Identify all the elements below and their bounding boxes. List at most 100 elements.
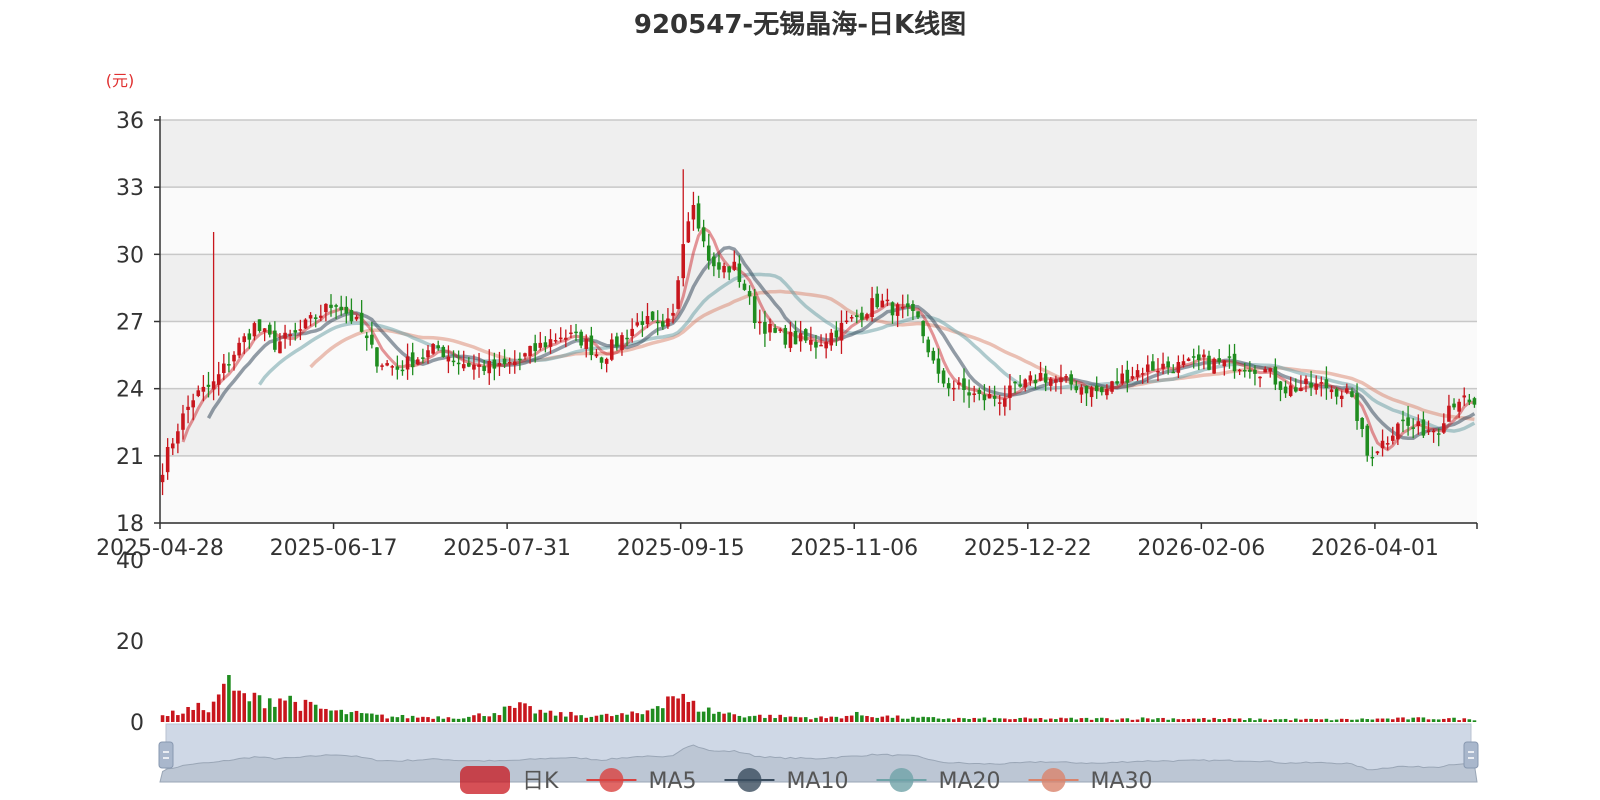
candle-body bbox=[262, 328, 267, 332]
candle-body bbox=[436, 345, 440, 349]
candle-body bbox=[609, 339, 614, 360]
volume-y-tick-label: 40 bbox=[116, 549, 144, 574]
volume-bar bbox=[1207, 719, 1211, 722]
volume-bar bbox=[278, 698, 282, 722]
volume-bar bbox=[625, 714, 629, 722]
candle-body bbox=[758, 321, 762, 324]
volume-bar bbox=[273, 706, 277, 722]
volume-bar bbox=[1442, 718, 1446, 722]
volume-bar bbox=[1462, 718, 1467, 722]
volume-bar bbox=[1345, 718, 1349, 722]
zoom-handle-right[interactable] bbox=[1463, 741, 1479, 769]
candle-body bbox=[1202, 354, 1206, 358]
volume-bar bbox=[1237, 718, 1242, 722]
candle-body bbox=[533, 343, 537, 352]
candle-body bbox=[293, 330, 298, 333]
candle-body bbox=[895, 304, 900, 316]
volume-bar bbox=[344, 714, 349, 722]
candle-body bbox=[1227, 356, 1232, 358]
volume-bar bbox=[696, 711, 701, 722]
volume-bar bbox=[880, 716, 885, 722]
volume-bar bbox=[1309, 718, 1313, 722]
candle-body bbox=[446, 356, 451, 362]
chart-title: 920547-无锡晶海-日K线图 bbox=[634, 10, 966, 40]
candle-body bbox=[390, 366, 395, 368]
candle-body bbox=[701, 227, 706, 242]
candle-body bbox=[814, 341, 818, 348]
volume-bar bbox=[839, 718, 844, 722]
candle-body bbox=[941, 370, 946, 384]
candle-body bbox=[1018, 384, 1022, 387]
volume-bar bbox=[548, 710, 553, 722]
candle-body bbox=[160, 474, 165, 483]
candle-body bbox=[1268, 368, 1273, 372]
candle-body bbox=[712, 256, 716, 267]
date-x-tick-labels: 2025-04-28 2025-06-17 2025-07-31 2025-09-15… bbox=[96, 536, 1439, 561]
candle-body bbox=[1436, 433, 1441, 435]
candle-body bbox=[620, 335, 624, 350]
legend-item-ma10[interactable]: MA10 bbox=[724, 768, 849, 794]
candle-body bbox=[900, 306, 905, 309]
volume-bar bbox=[1125, 718, 1130, 722]
candle-body bbox=[497, 362, 502, 366]
volume-bar bbox=[1115, 719, 1119, 722]
candle-body bbox=[415, 359, 420, 365]
candle-body bbox=[880, 300, 885, 308]
volume-bar bbox=[1186, 718, 1191, 722]
volume-bar bbox=[1421, 717, 1426, 722]
zoom-handle-left[interactable] bbox=[158, 741, 174, 769]
candle-body bbox=[1059, 377, 1063, 383]
volume-bar bbox=[512, 707, 517, 722]
volume-bar bbox=[574, 715, 578, 722]
candle-body bbox=[645, 316, 650, 325]
candle-body bbox=[819, 344, 823, 347]
candle-body bbox=[1125, 369, 1130, 383]
y-tick-label: 21 bbox=[116, 445, 144, 470]
volume-bar bbox=[1084, 717, 1089, 722]
volume-bar bbox=[370, 713, 374, 722]
candle-body bbox=[1339, 395, 1344, 399]
volume-bar bbox=[293, 701, 298, 722]
volume-bar bbox=[768, 714, 772, 722]
volume-bar bbox=[701, 711, 706, 722]
volume-bar bbox=[803, 717, 808, 722]
volume-bar bbox=[431, 718, 435, 722]
candle-body bbox=[783, 327, 788, 345]
volume-bar bbox=[916, 717, 920, 722]
volume-bar bbox=[957, 717, 961, 722]
candle-body bbox=[181, 413, 185, 430]
y-axis-unit: (元) bbox=[106, 71, 135, 90]
volume-bar bbox=[1416, 717, 1421, 722]
candle-body bbox=[1151, 361, 1155, 371]
volume-bar bbox=[982, 717, 987, 722]
candle-body bbox=[747, 291, 752, 297]
volume-bar bbox=[1079, 718, 1084, 722]
volume-bar bbox=[615, 714, 619, 722]
volume-bar bbox=[844, 715, 849, 722]
volume-bar bbox=[829, 716, 834, 722]
candle-body bbox=[313, 317, 318, 320]
candle-body bbox=[1094, 385, 1099, 392]
volume-bar bbox=[778, 714, 783, 722]
candle-body bbox=[329, 304, 333, 308]
candle-body bbox=[319, 315, 323, 318]
candle-body bbox=[461, 364, 466, 369]
legend-item-ma30[interactable]: MA30 bbox=[1028, 768, 1153, 794]
volume-bar bbox=[1263, 719, 1267, 722]
candle-body bbox=[1248, 369, 1252, 372]
volume-bar bbox=[477, 713, 481, 722]
y-tick-label: 18 bbox=[116, 512, 144, 537]
candle-body bbox=[186, 406, 190, 410]
candle-body bbox=[558, 337, 563, 340]
volume-bar bbox=[584, 717, 589, 722]
candle-body bbox=[916, 311, 920, 318]
candle-body bbox=[865, 314, 869, 319]
volume-bar bbox=[849, 715, 854, 722]
volume-bar bbox=[885, 715, 890, 722]
candle-body bbox=[946, 383, 951, 389]
legend-item-ma20[interactable]: MA20 bbox=[876, 768, 1001, 794]
candle-body bbox=[247, 333, 252, 340]
volume-bar bbox=[860, 715, 864, 722]
candle-body bbox=[1186, 358, 1191, 361]
candle-body bbox=[170, 443, 175, 449]
